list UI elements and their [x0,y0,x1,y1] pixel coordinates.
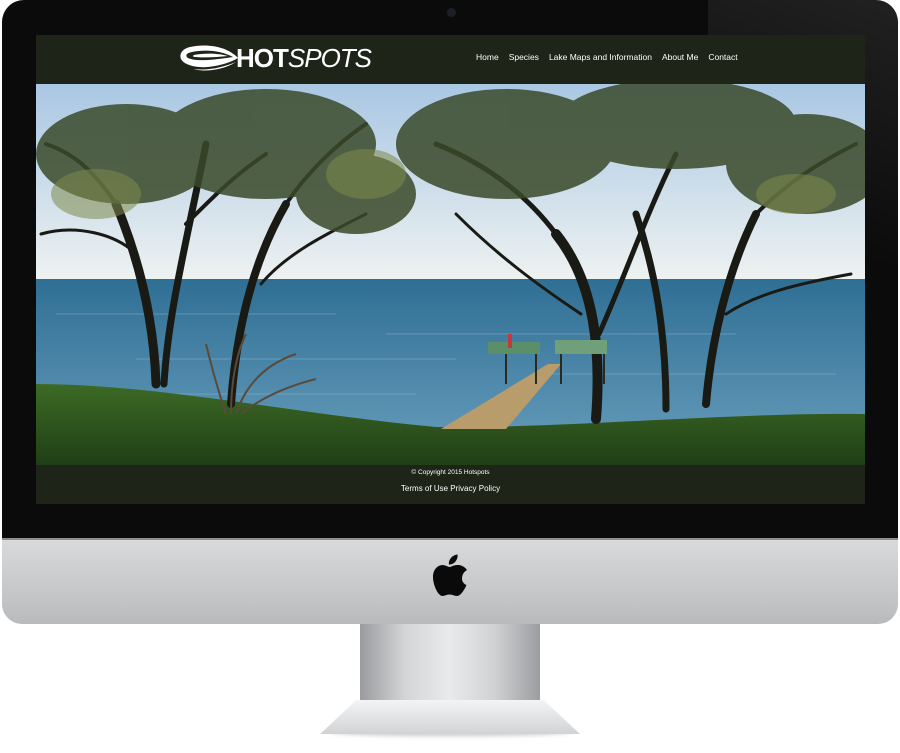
site-footer: © Copyright 2015 Hotspots Terms of Use P… [36,465,865,504]
nav-about-me[interactable]: About Me [662,52,698,62]
flame-logo-icon [180,45,238,71]
site-header: HOTSPOTS Home Species Lake Maps and Info… [36,35,865,84]
footer-links: Terms of Use Privacy Policy [36,484,865,493]
brand-light: SPOTS [287,42,372,73]
chin-edge [2,538,898,540]
monitor-stand-base [320,700,580,734]
imac-mockup: HOTSPOTS Home Species Lake Maps and Info… [0,0,900,753]
nav-contact[interactable]: Contact [708,52,737,62]
brand-name: HOTSPOTS [236,42,372,74]
terms-of-use-link[interactable]: Terms of Use [401,484,448,493]
site-logo[interactable]: HOTSPOTS [178,41,372,75]
privacy-policy-link[interactable]: Privacy Policy [450,484,500,493]
copyright-text: © Copyright 2015 Hotspots [411,469,490,476]
monitor-stand-neck [360,624,540,704]
nav-lake-maps[interactable]: Lake Maps and Information [549,52,652,62]
website-screen: HOTSPOTS Home Species Lake Maps and Info… [36,35,865,504]
camera-icon [448,9,455,16]
apple-logo-icon [433,554,467,596]
nav-home[interactable]: Home [476,52,499,62]
hero-lake-image [36,84,865,465]
brand-bold: HOT [236,42,289,73]
lake-scene [36,84,865,465]
main-nav: Home Species Lake Maps and Information A… [476,52,738,62]
nav-species[interactable]: Species [509,52,539,62]
